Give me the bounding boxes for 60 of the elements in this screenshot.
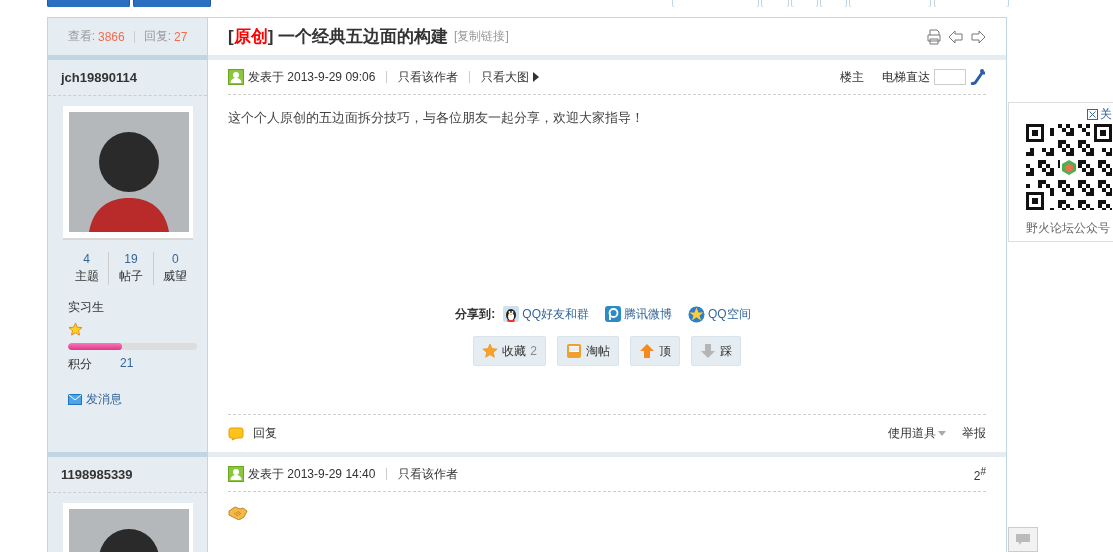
reply-link[interactable]: 回复: [228, 425, 277, 442]
post-date: 发表于 2013-9-29 09:06: [248, 68, 376, 86]
print-icon[interactable]: [926, 28, 942, 45]
up-arrow-icon: [638, 343, 655, 359]
user-icon: [228, 69, 244, 85]
badge-icon: [605, 306, 621, 322]
share-label: 分享到:: [455, 305, 496, 323]
speech-bubble-icon: [228, 426, 244, 441]
author-name[interactable]: jch19890114: [48, 60, 207, 96]
stat-value[interactable]: 0: [171, 252, 179, 266]
views-label: 查看:: [67, 28, 95, 45]
envelope-icon: [68, 394, 82, 405]
floor-number: 2$^{#}$: [973, 465, 986, 483]
tools-menu[interactable]: 使用道具: [888, 425, 946, 442]
thread-title: [原创] 一个经典五边面的构建: [228, 26, 449, 48]
views-count: 3866: [97, 29, 125, 44]
replies-count: 27: [174, 29, 188, 44]
close-link[interactable]: 关: [1087, 106, 1112, 123]
tray-icon: [565, 343, 582, 359]
qr-caption: 野火论坛公众号: [1026, 220, 1110, 237]
replies-label: 回复:: [143, 28, 171, 45]
downvote-button[interactable]: 踩: [690, 336, 741, 366]
collect-button[interactable]: 淘帖: [556, 336, 619, 366]
floor-number: 楼主: [840, 68, 864, 86]
stat-value[interactable]: 19: [124, 252, 138, 266]
handshake-icon: [228, 506, 248, 520]
chat-icon[interactable]: [1008, 527, 1038, 552]
report-link[interactable]: 举报: [962, 425, 986, 442]
stat-value[interactable]: 4: [83, 252, 90, 266]
star-icon: [482, 343, 499, 359]
triangle-icon[interactable]: [533, 72, 540, 82]
escalator-icon[interactable]: [970, 69, 986, 85]
author-filter-link[interactable]: 只看该作者: [398, 68, 459, 86]
stat-label[interactable]: 威望: [163, 268, 188, 285]
star-badge-icon: [688, 305, 705, 323]
rank-title: 实习生: [68, 299, 104, 316]
favorite-button[interactable]: 收藏 2: [473, 336, 546, 366]
close-icon[interactable]: [1087, 109, 1098, 120]
post-text: 这个个人原创的五边面拆分技巧，与各位朋友一起分享，欢迎大家指导！: [228, 109, 645, 127]
author-filter-link[interactable]: 只看该作者: [398, 465, 459, 483]
star-icon: [68, 322, 83, 337]
share-link[interactable]: QQ空间: [688, 305, 751, 323]
stat-label[interactable]: 帖子: [119, 268, 143, 285]
jump-label: 电梯直达: [882, 68, 930, 86]
send-message-link[interactable]: 发消息: [68, 391, 122, 408]
points-value[interactable]: 21: [120, 356, 134, 373]
post-date: 发表于 2013-9-29 14:40: [248, 465, 376, 483]
points-label: 积分: [68, 356, 92, 373]
stat-label[interactable]: 主题: [74, 268, 99, 285]
share-link[interactable]: 腾讯微博: [605, 305, 672, 323]
next-icon[interactable]: [970, 28, 986, 45]
floor-input[interactable]: [934, 69, 966, 85]
previous-icon[interactable]: [948, 28, 964, 45]
user-icon: [228, 466, 244, 482]
author-filter-link[interactable]: 只看大图: [481, 68, 530, 86]
caret-icon: [938, 431, 946, 436]
share-link[interactable]: QQ好友和群: [503, 305, 589, 323]
down-arrow-icon: [699, 343, 716, 359]
penguin-icon: [503, 306, 520, 322]
upvote-button[interactable]: 顶: [629, 336, 680, 366]
